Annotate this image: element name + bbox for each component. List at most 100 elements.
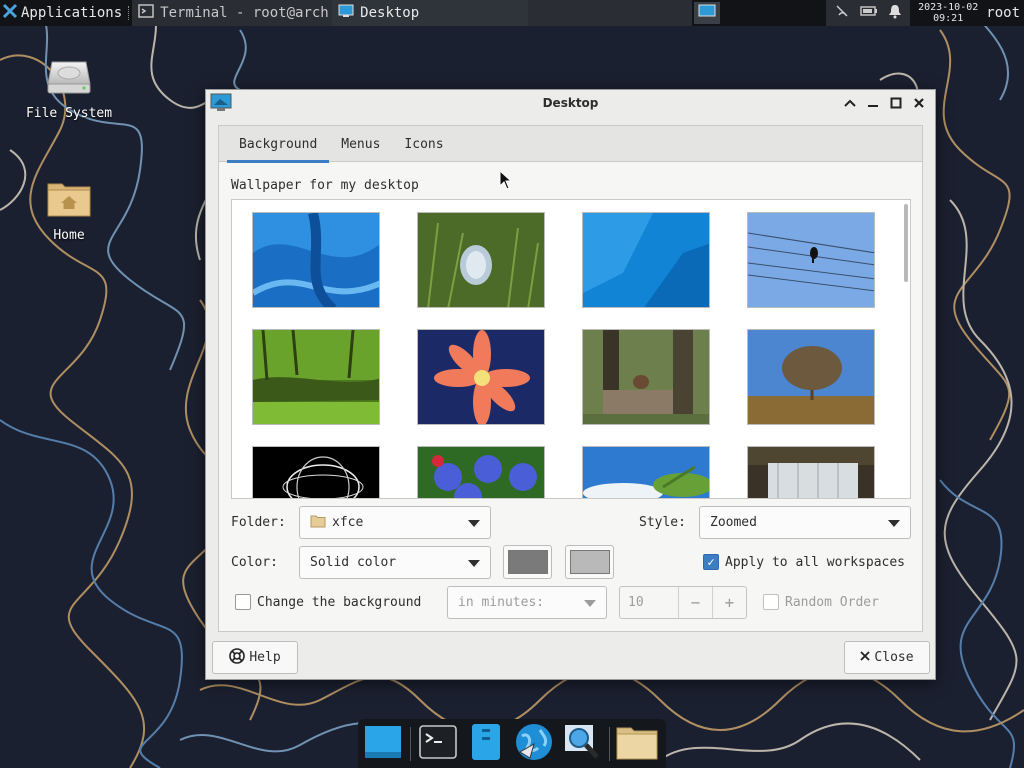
wallpaper-thumbnail[interactable] <box>252 329 380 425</box>
folder-value: xfce <box>332 515 364 530</box>
folder-icon <box>310 514 326 532</box>
tab-label: Menus <box>341 136 381 152</box>
wallpaper-thumbnail-grid[interactable] <box>231 199 911 499</box>
top-panel: Applications Terminal - root@arch... Des… <box>0 0 1024 26</box>
interval-unit-value: in minutes: <box>458 595 545 610</box>
dock-web-browser[interactable] <box>513 723 555 765</box>
decrement-button[interactable]: − <box>678 587 712 618</box>
minimize-window-button[interactable] <box>864 94 881 111</box>
clock[interactable]: 2023-10-02 09:21 <box>910 2 986 24</box>
apply-all-label: Apply to all workspaces <box>725 554 906 570</box>
secondary-color-button[interactable] <box>565 545 614 579</box>
globe-icon <box>514 722 554 766</box>
terminal-icon <box>138 3 154 23</box>
wallpaper-thumbnail[interactable] <box>417 446 545 498</box>
dock-folder[interactable] <box>616 723 658 765</box>
apply-all-workspaces-checkbox[interactable]: ✓ Apply to all workspaces <box>703 554 905 570</box>
chevron-down-icon <box>584 600 596 607</box>
desktop-icon <box>210 93 232 117</box>
folder-label: Folder: <box>231 515 286 530</box>
help-button[interactable]: Help <box>212 641 298 674</box>
desktop-settings-window: Desktop Background Menus Icons Wallpaper… <box>205 89 936 680</box>
desktop-icon-file-system[interactable]: File System <box>19 58 119 121</box>
folder-icon <box>616 724 658 764</box>
interval-number: 10 <box>628 595 644 610</box>
wallpaper-thumbnail[interactable] <box>747 446 875 498</box>
primary-color-button[interactable] <box>503 545 552 579</box>
close-label: Close <box>874 650 914 665</box>
color-mode-value: Solid color <box>310 555 397 570</box>
color-mode-select[interactable]: Solid color <box>299 546 491 579</box>
magnifier-icon <box>563 723 601 765</box>
secondary-color-swatch <box>569 550 610 574</box>
chevron-down-icon <box>468 520 480 527</box>
tab-bar: Background Menus Icons <box>219 126 922 163</box>
desktop-icon-label: File System <box>25 106 113 121</box>
clock-date: 2023-10-02 <box>918 2 979 13</box>
close-button[interactable]: Close <box>844 641 930 674</box>
color-label: Color: <box>231 555 278 570</box>
desktop-icon-label: Home <box>53 228 85 243</box>
taskbar-item-label: Desktop <box>360 5 420 21</box>
maximize-window-button[interactable] <box>887 94 904 111</box>
tab-background[interactable]: Background <box>227 126 330 163</box>
desktop-icon <box>338 3 354 23</box>
interval-spinbutton[interactable]: 10 − + <box>619 586 747 619</box>
primary-color-swatch <box>507 550 548 574</box>
workspace-switcher[interactable] <box>694 2 721 24</box>
close-window-button[interactable] <box>910 94 927 111</box>
wallpaper-thumbnail[interactable] <box>582 329 710 425</box>
dock-separator <box>410 726 411 761</box>
random-order-checkbox[interactable]: Random Order <box>763 594 879 610</box>
battery-icon[interactable] <box>860 4 878 22</box>
show-desktop-icon <box>364 724 402 764</box>
change-background-label: Change the background <box>257 594 422 610</box>
dock-terminal[interactable] <box>417 723 459 765</box>
chevron-down-icon <box>888 520 900 527</box>
wallpaper-thumbnail[interactable] <box>582 446 710 498</box>
shade-window-button[interactable] <box>841 94 858 111</box>
wallpaper-thumbnail[interactable] <box>417 212 545 308</box>
taskbar-item-terminal[interactable]: Terminal - root@arch... <box>132 0 333 26</box>
applications-menu-button[interactable]: Applications <box>0 0 126 26</box>
increment-button[interactable]: + <box>712 587 746 618</box>
tab-icons[interactable]: Icons <box>392 126 455 162</box>
bell-icon[interactable] <box>888 3 902 23</box>
wallpaper-thumbnail[interactable] <box>252 212 380 308</box>
style-label: Style: <box>639 515 686 530</box>
chevron-down-icon <box>468 560 480 567</box>
thumbnail-scrollbar[interactable] <box>904 204 908 282</box>
style-select[interactable]: Zoomed <box>699 506 911 539</box>
dock <box>358 719 666 768</box>
dock-show-desktop[interactable] <box>362 723 404 765</box>
user-menu[interactable]: root <box>986 5 1024 21</box>
help-label: Help <box>249 650 281 665</box>
desktop-icon-home[interactable]: Home <box>19 178 119 243</box>
wallpaper-thumbnail[interactable] <box>747 329 875 425</box>
folder-select[interactable]: xfce <box>299 506 491 539</box>
panel-right: 2023-10-02 09:21 root <box>826 0 1024 26</box>
applications-label: Applications <box>21 5 123 21</box>
network-off-icon[interactable] <box>834 3 850 23</box>
wallpaper-thumbnail[interactable] <box>417 329 545 425</box>
close-icon <box>860 650 871 665</box>
taskbar-item-desktop[interactable]: Desktop <box>332 0 529 26</box>
window-titlebar[interactable]: Desktop <box>206 90 935 116</box>
window-title: Desktop <box>542 96 599 110</box>
wallpaper-thumbnail[interactable] <box>747 212 875 308</box>
dock-app-finder[interactable] <box>561 723 603 765</box>
wallpaper-thumbnail[interactable] <box>582 212 710 308</box>
interval-unit-select[interactable]: in minutes: <box>447 586 607 619</box>
dock-file-manager[interactable] <box>465 723 507 765</box>
wallpaper-thumbnail[interactable] <box>252 446 380 498</box>
terminal-icon <box>419 724 457 763</box>
checkbox-icon <box>763 594 779 610</box>
random-order-label: Random Order <box>785 594 879 610</box>
change-background-checkbox[interactable]: Change the background <box>235 594 421 610</box>
system-tray <box>826 0 911 26</box>
dock-separator <box>609 726 610 761</box>
style-value: Zoomed <box>710 515 757 530</box>
taskbar-item-label: Terminal - root@arch... <box>160 5 332 21</box>
tab-menus[interactable]: Menus <box>329 126 392 162</box>
drive-icon <box>46 58 92 100</box>
